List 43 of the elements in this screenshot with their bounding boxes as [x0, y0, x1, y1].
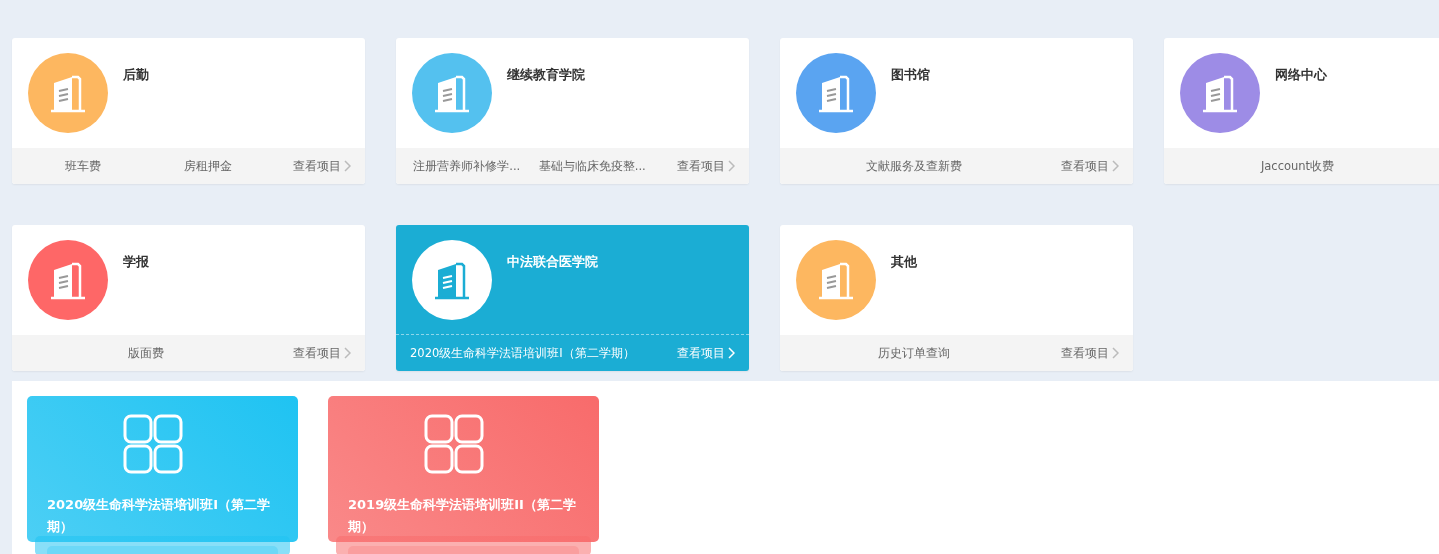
- building-icon: [50, 73, 86, 113]
- building-icon: [1202, 73, 1238, 113]
- fee-item[interactable]: 注册营养师补修学...: [404, 158, 530, 174]
- project-title: 2020级生命科学法语培训班I（第二学期）: [47, 496, 272, 536]
- view-projects-link[interactable]: 查看项目: [1061, 158, 1119, 174]
- chevron-right-icon: [1112, 347, 1119, 359]
- department-title: 其他: [891, 253, 917, 271]
- department-card[interactable]: 图书馆 文献服务及查新费 查看项目: [780, 38, 1133, 184]
- fee-item[interactable]: 历史订单查询: [788, 345, 1039, 361]
- department-card[interactable]: 学报 版面费 查看项目: [12, 225, 365, 371]
- building-icon: [818, 73, 854, 113]
- chevron-right-icon: [728, 160, 735, 172]
- department-title: 后勤: [123, 66, 149, 84]
- department-card[interactable]: 其他 历史订单查询 查看项目: [780, 225, 1133, 371]
- department-title: 中法联合医学院: [507, 253, 598, 271]
- department-title: 图书馆: [891, 66, 930, 84]
- building-icon: [434, 73, 470, 113]
- chevron-right-icon: [1112, 160, 1119, 172]
- building-icon: [50, 260, 86, 300]
- department-title: 继续教育学院: [507, 66, 585, 84]
- view-projects-link[interactable]: 查看项目: [293, 158, 351, 174]
- building-icon: [818, 260, 854, 300]
- department-title: 网络中心: [1275, 66, 1327, 84]
- fee-item[interactable]: 文献服务及查新费: [788, 158, 1039, 174]
- chevron-right-icon: [344, 160, 351, 172]
- view-projects-link[interactable]: 查看项目: [293, 345, 351, 361]
- fee-item[interactable]: 房租押金: [145, 158, 271, 174]
- department-title: 学报: [123, 253, 149, 271]
- fee-item[interactable]: 班车费: [20, 158, 146, 174]
- view-projects-link[interactable]: 查看项目: [677, 158, 735, 174]
- fee-item[interactable]: 版面费: [20, 345, 271, 361]
- building-icon: [434, 260, 470, 300]
- chevron-right-icon: [344, 347, 351, 359]
- department-card[interactable]: 后勤 班车费 房租押金 查看项目: [12, 38, 365, 184]
- grid-icon: [423, 414, 484, 474]
- department-card[interactable]: 继续教育学院 注册营养师补修学... 基础与临床免疫整... 查看项目: [396, 38, 749, 184]
- fee-item[interactable]: Jaccount收费: [1172, 158, 1423, 174]
- view-projects-link[interactable]: 查看项目: [1061, 345, 1119, 361]
- project-title: 2019级生命科学法语培训班II（第二学期）: [348, 496, 577, 536]
- fee-item[interactable]: 基础与临床免疫整...: [529, 158, 655, 174]
- department-card[interactable]: 网络中心 Jaccount收费: [1164, 38, 1439, 184]
- grid-icon: [122, 414, 183, 474]
- chevron-right-icon: [728, 347, 735, 360]
